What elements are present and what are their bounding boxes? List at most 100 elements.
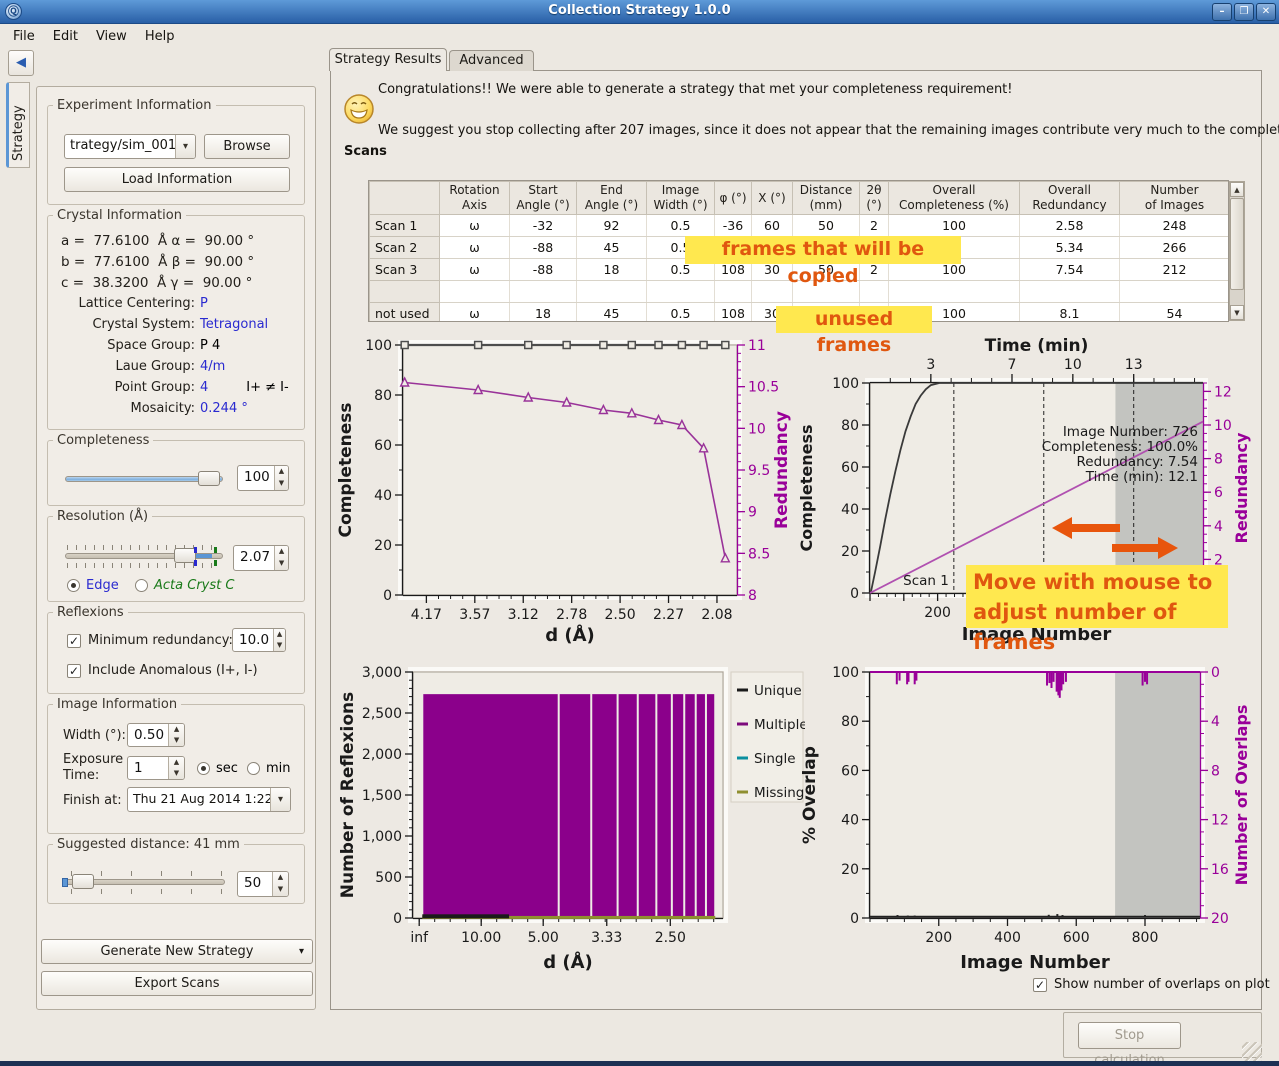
- table-header-cell[interactable]: Number of Images: [1120, 182, 1230, 215]
- menu-item-file[interactable]: File: [4, 24, 44, 50]
- collapse-panel-button[interactable]: ◀: [8, 50, 34, 76]
- spin-arrows-icon[interactable]: ▲▼: [273, 629, 285, 651]
- menubar: FileEditViewHelp: [0, 24, 1279, 50]
- finish-at-label: Finish at:: [63, 793, 122, 808]
- svg-text:40: 40: [374, 488, 392, 504]
- table-cell: -32: [510, 215, 577, 237]
- app-window: Ⓠ Collection Strategy 1.0.0 – ❐ ✕ FileEd…: [0, 0, 1279, 1066]
- annotation-move-line2: adjust number of frames: [973, 597, 1228, 657]
- distance-slider[interactable]: [65, 879, 225, 885]
- finish-at-combobox[interactable]: Thu 21 Aug 2014 1:22 ▾: [127, 787, 291, 812]
- spin-arrows-icon[interactable]: ▲▼: [272, 872, 288, 896]
- table-cell: 5.34: [1020, 237, 1120, 259]
- resolution-value: 2.07: [234, 546, 274, 570]
- svg-text:0: 0: [850, 911, 859, 927]
- scrollbar-thumb[interactable]: [1230, 198, 1244, 290]
- width-spinbox[interactable]: 0.50 ▲▼: [127, 723, 185, 747]
- menu-item-edit[interactable]: Edit: [44, 24, 87, 50]
- table-header-cell[interactable]: Image Width (°): [647, 182, 715, 215]
- svg-text:8: 8: [1214, 452, 1223, 468]
- svg-text:0: 0: [393, 911, 402, 927]
- scroll-up-icon[interactable]: ▲: [1230, 182, 1244, 197]
- radio-edge[interactable]: Edge: [67, 578, 119, 593]
- completeness-slider-handle[interactable]: [198, 471, 220, 486]
- radio-edge-label: Edge: [86, 578, 119, 593]
- min-redundancy-label: Minimum redundancy:: [88, 633, 233, 648]
- table-header-cell[interactable]: Overall Completeness (%): [889, 182, 1020, 215]
- close-button[interactable]: ✕: [1256, 3, 1276, 21]
- tab-strategy-results[interactable]: Strategy Results: [329, 48, 447, 71]
- radio-min[interactable]: min: [247, 761, 291, 776]
- table-row-scan-1[interactable]: Scan 1ω-32920.5-36605021002.58248: [370, 215, 1230, 237]
- exposure-label: Exposure Time:: [63, 752, 123, 784]
- chevron-down-icon[interactable]: ▾: [175, 135, 195, 158]
- spin-arrows-icon[interactable]: ▲▼: [168, 724, 184, 746]
- table-header-cell[interactable]: φ (°): [715, 182, 752, 215]
- menu-item-help[interactable]: Help: [136, 24, 184, 50]
- spin-arrows-icon[interactable]: ▲▼: [274, 546, 288, 570]
- resolution-spinbox[interactable]: 2.07 ▲▼: [233, 545, 289, 571]
- window-bottom-border: [0, 1061, 1279, 1066]
- show-overlaps-checkbox[interactable]: ✓ Show number of overlaps on plot: [1033, 977, 1270, 992]
- distance-spinbox[interactable]: 50 ▲▼: [237, 871, 289, 897]
- anomalous-checkbox[interactable]: ✓ Include Anomalous (I+, I-): [67, 663, 258, 678]
- generate-strategy-button[interactable]: Generate New Strategy ▾: [41, 939, 313, 964]
- table-cell: -88: [510, 237, 577, 259]
- chevron-down-icon[interactable]: ▾: [270, 788, 290, 811]
- table-header-cell[interactable]: 2θ (°): [860, 182, 889, 215]
- svg-text:0: 0: [1211, 665, 1220, 681]
- load-information-button[interactable]: Load Information: [64, 167, 290, 192]
- titlebar[interactable]: Ⓠ Collection Strategy 1.0.0 – ❐ ✕: [0, 0, 1279, 24]
- table-header-cell[interactable]: Rotation Axis: [440, 182, 510, 215]
- exposure-spinbox[interactable]: 1 ▲▼: [127, 756, 185, 780]
- tab-advanced[interactable]: Advanced: [449, 50, 534, 71]
- svg-text:3.12: 3.12: [508, 607, 539, 623]
- spin-arrows-icon[interactable]: ▲▼: [168, 757, 184, 779]
- scroll-down-icon[interactable]: ▼: [1230, 305, 1244, 320]
- table-header-cell[interactable]: Start Angle (°): [510, 182, 577, 215]
- table-cell: [889, 281, 1020, 303]
- minimize-button[interactable]: –: [1212, 3, 1232, 21]
- svg-text:60: 60: [841, 460, 859, 476]
- table-header-cell[interactable]: Overall Redundancy: [1020, 182, 1120, 215]
- table-cell: 248: [1120, 215, 1230, 237]
- svg-text:60: 60: [374, 438, 392, 454]
- completeness-slider[interactable]: [65, 476, 223, 482]
- stop-calculation-button[interactable]: Stop calculation: [1078, 1022, 1181, 1049]
- completeness-spinbox[interactable]: 100 ▲▼: [237, 465, 289, 491]
- table-scrollbar[interactable]: ▲ ▼: [1229, 181, 1245, 321]
- reflexions-title: Reflexions: [53, 605, 128, 620]
- table-header-cell[interactable]: End Angle (°): [577, 182, 647, 215]
- width-value: 0.50: [128, 724, 168, 746]
- menu-item-view[interactable]: View: [87, 24, 136, 50]
- distance-slider-handle[interactable]: [72, 874, 94, 889]
- table-header-cell[interactable]: [370, 182, 440, 215]
- crystal-prop-row: Space Group:P 4: [47, 338, 297, 353]
- radio-acta-cryst[interactable]: Acta Cryst C: [135, 578, 234, 593]
- table-header-cell[interactable]: X (°): [752, 182, 793, 215]
- tab-strategy-vertical[interactable]: Strategy: [6, 82, 30, 168]
- resolution-slider[interactable]: [65, 553, 223, 559]
- table-cell: 0.5: [647, 303, 715, 323]
- spin-arrows-icon[interactable]: ▲▼: [274, 466, 288, 490]
- export-scans-button[interactable]: Export Scans: [41, 971, 313, 996]
- crystal-prop-row: Point Group:4I+ ≠ I-: [47, 380, 297, 395]
- min-redundancy-spinbox[interactable]: 10.0 ▲▼: [232, 628, 286, 652]
- crystal-prop-row: Mosaicity:0.244 °: [47, 401, 297, 416]
- svg-text:20: 20: [1211, 911, 1229, 927]
- browse-button[interactable]: Browse: [204, 134, 290, 159]
- maximize-button[interactable]: ❐: [1234, 3, 1254, 21]
- strategy-file-combobox[interactable]: trategy/sim_001.x ▾: [64, 134, 196, 159]
- table-header-cell[interactable]: Distance (mm): [793, 182, 860, 215]
- svg-text:9: 9: [748, 505, 757, 521]
- congrats-message: Congratulations!! We were able to genera…: [378, 82, 1013, 97]
- svg-text:13: 13: [1125, 357, 1143, 373]
- resolution-slider-handle[interactable]: [174, 548, 196, 563]
- svg-text:100: 100: [832, 376, 859, 392]
- resize-grip[interactable]: [1242, 1042, 1262, 1062]
- min-label: min: [266, 761, 291, 776]
- radio-sec[interactable]: sec: [197, 761, 238, 776]
- table-cell: ω: [440, 303, 510, 323]
- svg-text:8: 8: [1211, 763, 1220, 779]
- min-redundancy-checkbox[interactable]: ✓ Minimum redundancy:: [67, 633, 233, 648]
